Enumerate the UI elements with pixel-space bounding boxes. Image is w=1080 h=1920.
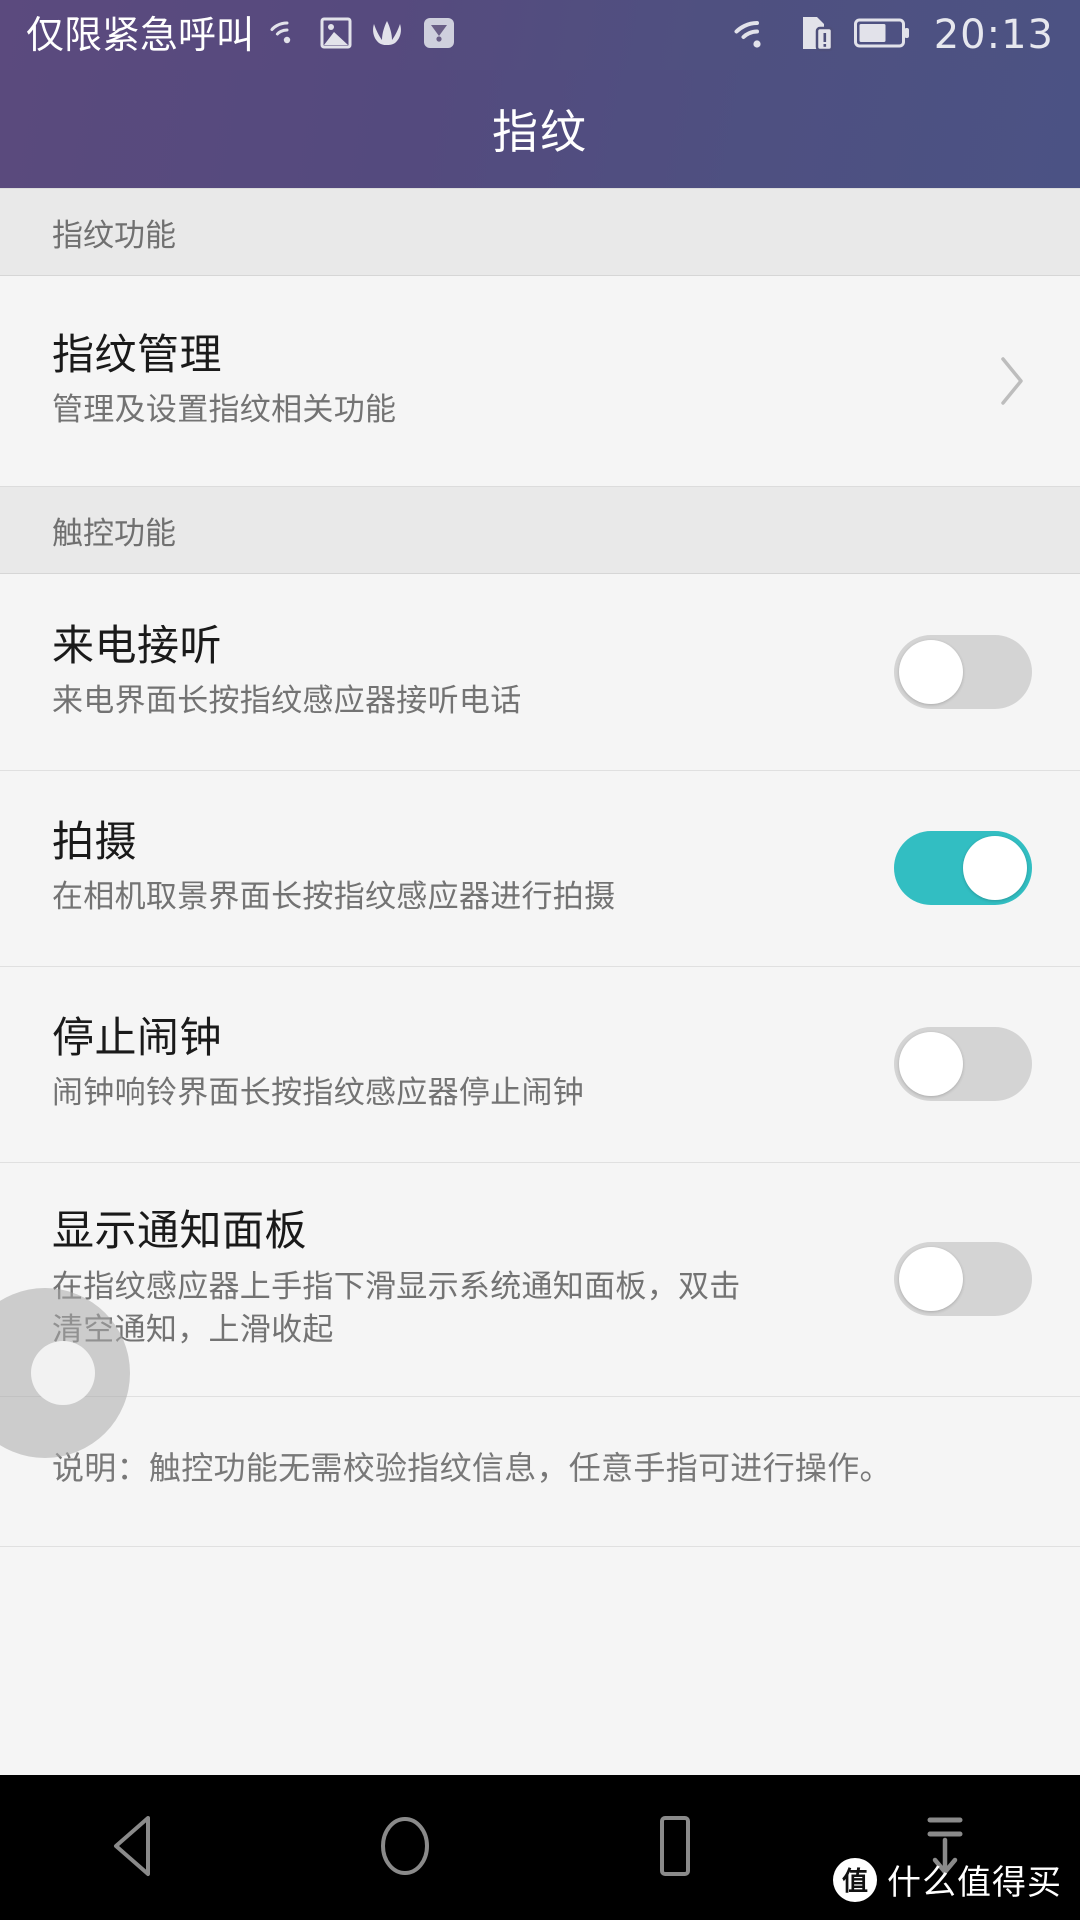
gallery-icon	[320, 17, 352, 53]
row-title: 指纹管理	[52, 329, 223, 379]
footnote-text: 说明：触控功能无需校验指纹信息，任意手指可进行操作。	[52, 1449, 892, 1487]
row-title: 拍摄	[52, 816, 138, 866]
nav-back-button[interactable]	[0, 1775, 270, 1920]
section-header-fingerprint-features: 指纹功能	[0, 188, 1080, 276]
toggle-knob	[963, 836, 1027, 900]
section-header-touch-features: 触控功能	[0, 486, 1080, 574]
toggle-answer-call[interactable]	[894, 635, 1032, 709]
row-subtitle: 在相机取景界面长按指纹感应器进行拍摄	[52, 879, 616, 916]
navigation-bar: 值 什么值得买	[0, 1775, 1080, 1920]
toggle-knob	[899, 1247, 963, 1311]
app-title-bar: 指纹	[0, 70, 1080, 188]
wifi-signal-icon	[270, 19, 304, 51]
phone-screen: 仅限紧急呼叫 20:13 指纹 指纹功能 指纹管理 管理及设置指纹相关功能 触控…	[0, 0, 1080, 1920]
home-circle-icon	[374, 1812, 436, 1884]
row-texts: 显示通知面板 在指纹感应器上手指下滑显示系统通知面板，双击清空通知，上滑收起	[52, 1206, 894, 1351]
watermark-badge: 值	[833, 1857, 877, 1902]
nav-recents-button[interactable]	[540, 1775, 810, 1920]
row-take-photo[interactable]: 拍摄 在相机取景界面长按指纹感应器进行拍摄	[0, 770, 1080, 966]
carrier-label: 仅限紧急呼叫	[26, 13, 255, 57]
huawei-logo-icon	[368, 18, 406, 52]
app-icon	[422, 16, 456, 54]
watermark: 值 什么值得买	[833, 1855, 1062, 1904]
row-stop-alarm[interactable]: 停止闹钟 闹钟响铃界面长按指纹感应器停止闹钟	[0, 966, 1080, 1162]
wifi-icon	[734, 15, 780, 55]
page-title: 指纹	[492, 105, 588, 159]
row-texts: 来电接听 来电界面长按指纹感应器接听电话	[52, 621, 894, 723]
row-subtitle: 管理及设置指纹相关功能	[52, 392, 397, 429]
toggle-stop-alarm[interactable]	[894, 1027, 1032, 1101]
row-subtitle: 来电界面长按指纹感应器接听电话	[52, 683, 522, 720]
settings-list: 指纹功能 指纹管理 管理及设置指纹相关功能 触控功能 来电接听 来电界面长按指纹…	[0, 188, 1080, 1845]
status-bar-left: 仅限紧急呼叫	[26, 16, 734, 54]
row-subtitle: 在指纹感应器上手指下滑显示系统通知面板，双击清空通知，上滑收起	[52, 1269, 741, 1348]
battery-icon	[853, 18, 910, 52]
recents-square-icon	[644, 1812, 706, 1884]
row-title: 来电接听	[52, 620, 223, 670]
status-bar: 仅限紧急呼叫 20:13	[0, 0, 1080, 70]
row-answer-call[interactable]: 来电接听 来电界面长按指纹感应器接听电话	[0, 574, 1080, 770]
row-texts: 指纹管理 管理及设置指纹相关功能	[52, 330, 992, 432]
sim-alert-icon	[800, 14, 834, 56]
chevron-right-icon	[992, 355, 1032, 407]
footnote: 说明：触控功能无需校验指纹信息，任意手指可进行操作。	[0, 1396, 1080, 1546]
toggle-take-photo[interactable]	[894, 831, 1032, 905]
toggle-knob	[899, 1032, 963, 1096]
row-title: 停止闹钟	[52, 1012, 223, 1062]
row-texts: 拍摄 在相机取景界面长按指纹感应器进行拍摄	[52, 817, 894, 919]
toggle-show-notification-panel[interactable]	[894, 1242, 1032, 1316]
row-fingerprint-management[interactable]: 指纹管理 管理及设置指纹相关功能	[0, 276, 1080, 486]
row-subtitle: 闹钟响铃界面长按指纹感应器停止闹钟	[52, 1075, 585, 1112]
status-bar-right: 20:13	[734, 14, 1054, 56]
watermark-text: 什么值得买	[887, 1863, 1062, 1903]
toggle-knob	[899, 640, 963, 704]
status-clock: 20:13	[933, 12, 1054, 58]
row-title: 显示通知面板	[52, 1206, 308, 1256]
section-header-label: 指纹功能	[52, 217, 176, 254]
nav-home-button[interactable]	[270, 1775, 540, 1920]
row-texts: 停止闹钟 闹钟响铃界面长按指纹感应器停止闹钟	[52, 1013, 894, 1115]
back-triangle-icon	[104, 1812, 166, 1884]
list-bottom-divider	[0, 1546, 1080, 1547]
floating-ball-inner	[31, 1341, 95, 1405]
row-show-notification-panel[interactable]: 显示通知面板 在指纹感应器上手指下滑显示系统通知面板，双击清空通知，上滑收起	[0, 1162, 1080, 1396]
section-header-label: 触控功能	[52, 515, 176, 552]
